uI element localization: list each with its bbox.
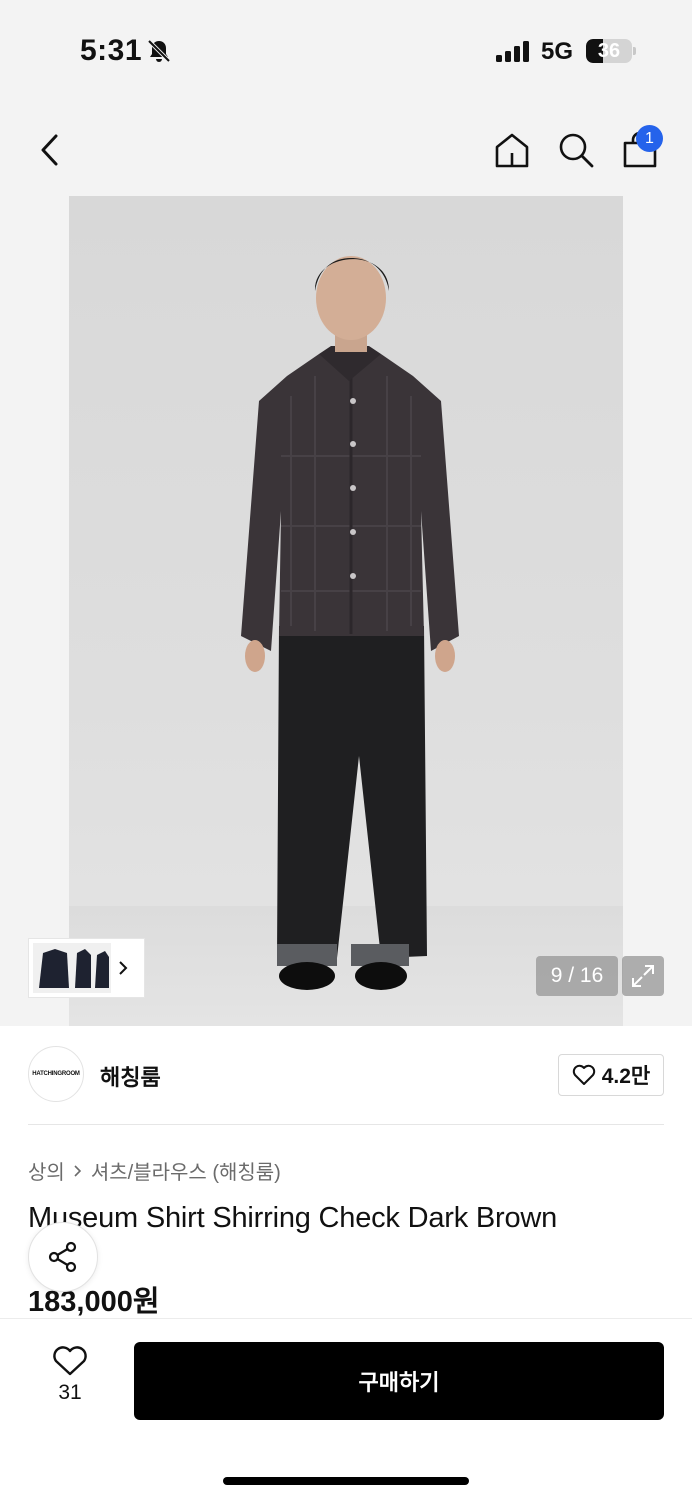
status-bar: 5:31 5G 36 — [0, 0, 692, 100]
product-photo[interactable] — [69, 196, 623, 1026]
model-figure — [241, 256, 459, 990]
expand-button[interactable] — [622, 956, 664, 996]
chevron-right-icon — [119, 961, 128, 975]
network-label: 5G — [541, 38, 574, 65]
battery-cap — [633, 47, 636, 55]
product-title: Museum Shirt Shirring Check Dark Brown — [28, 1202, 558, 1234]
bell-slash-icon — [147, 39, 171, 63]
back-button[interactable] — [30, 128, 70, 172]
status-time: 5:31 — [80, 34, 143, 67]
heart-icon — [572, 1064, 595, 1085]
signal-icon — [496, 41, 529, 62]
home-icon — [495, 133, 529, 168]
chevron-left-icon — [41, 134, 58, 166]
search-icon — [559, 133, 594, 168]
search-button[interactable] — [554, 128, 598, 172]
product-gallery[interactable]: 9 / 16 — [0, 196, 692, 1026]
home-button[interactable] — [490, 128, 534, 172]
share-icon — [48, 1241, 77, 1273]
image-counter: 9 / 16 — [536, 956, 618, 996]
bottom-action-bar: 31 구매하기 — [0, 1318, 692, 1500]
share-button[interactable] — [28, 1222, 98, 1292]
brand-like-count: 4.2만 — [601, 1065, 651, 1088]
brand-logo[interactable]: HATCHINGROOM — [28, 1046, 84, 1102]
thumbnail-strip[interactable] — [28, 938, 145, 998]
wishlist-button[interactable]: 31 — [40, 1345, 100, 1415]
battery-level: 36 — [597, 40, 621, 62]
thumbnail-image[interactable] — [33, 943, 111, 993]
brand-logo-text: HATCHINGROOM — [32, 1071, 80, 1077]
wishlist-count: 31 — [58, 1381, 82, 1404]
heart-icon — [53, 1346, 87, 1376]
home-indicator — [223, 1477, 469, 1485]
brand-like-button[interactable]: 4.2만 — [558, 1054, 664, 1096]
brand-name[interactable]: 해칭룸 — [100, 1060, 161, 1092]
breadcrumb: 상의 셔츠/블라우스 (해칭룸) — [28, 1156, 281, 1185]
top-nav — [0, 100, 692, 196]
divider — [28, 1124, 664, 1125]
cart-count-badge: 1 — [636, 125, 663, 152]
breadcrumb-category[interactable]: 상의 — [28, 1156, 65, 1185]
chevron-right-icon — [74, 1164, 81, 1177]
battery-icon: 36 — [586, 39, 632, 63]
expand-icon — [632, 965, 654, 987]
breadcrumb-subcategory[interactable]: 셔츠/블라우스 (해칭룸) — [91, 1156, 281, 1185]
brand-row[interactable]: HATCHINGROOM 해칭룸 4.2만 — [28, 1046, 664, 1104]
buy-button[interactable]: 구매하기 — [134, 1342, 664, 1420]
